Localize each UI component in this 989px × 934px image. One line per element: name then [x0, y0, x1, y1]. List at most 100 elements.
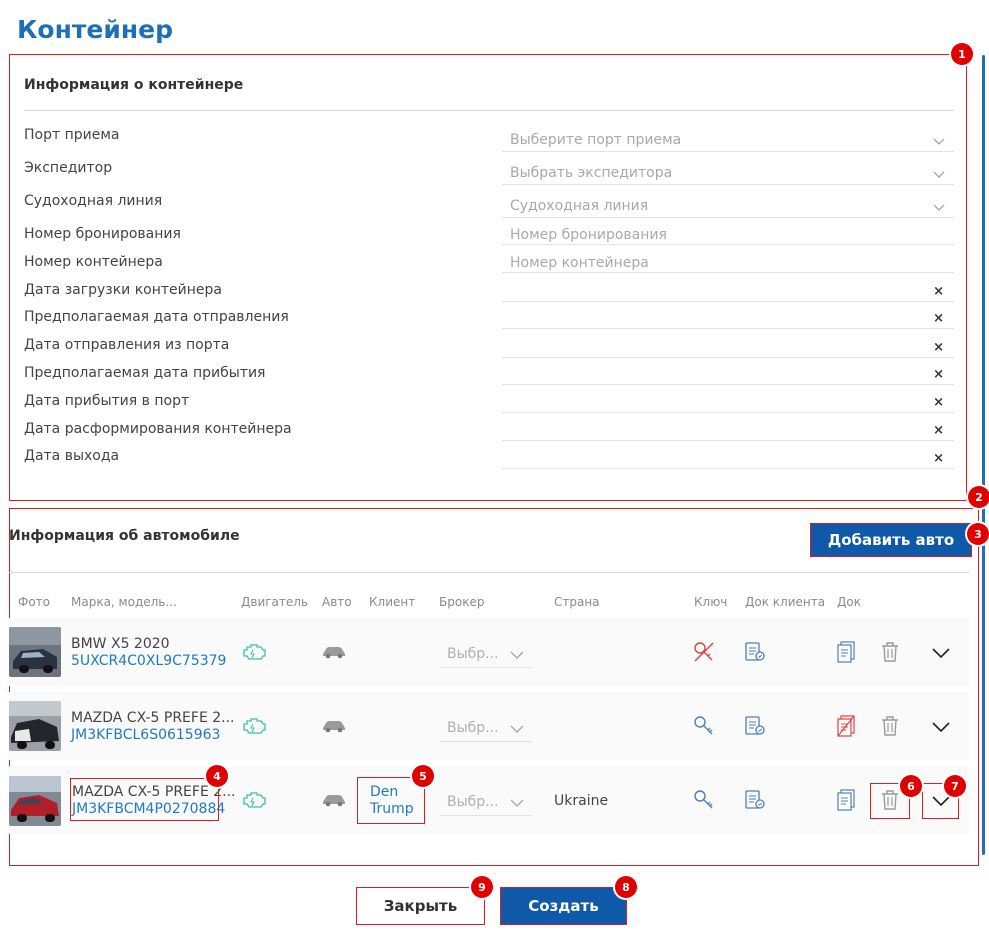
- car-photo: [9, 627, 61, 677]
- broker-select-value: Выбр...: [447, 720, 499, 736]
- client-doc-icon[interactable]: [744, 789, 766, 816]
- field-label: Предполагаемая дата прибытия: [24, 365, 266, 381]
- container-info-title: Информация о контейнере: [24, 77, 244, 93]
- field-label: Номер контейнера: [24, 254, 163, 270]
- text-field[interactable]: Номер бронирования: [502, 227, 954, 245]
- column-header-auto: Авто: [322, 595, 352, 609]
- field-label: Дата прибытия в порт: [24, 393, 190, 409]
- divider: [24, 110, 954, 111]
- client-doc-icon[interactable]: [744, 641, 766, 668]
- annotation-box-model: [70, 778, 219, 821]
- select-placeholder: Судоходная линия: [510, 198, 649, 214]
- clear-icon[interactable]: ×: [933, 423, 944, 438]
- broker-select[interactable]: Выбр...: [440, 794, 532, 816]
- annotation-badge-8: 8: [615, 876, 637, 898]
- field-label: Номер бронирования: [24, 226, 181, 242]
- trash-icon[interactable]: [880, 641, 900, 668]
- doc-icon[interactable]: [837, 641, 857, 668]
- divider: [9, 572, 969, 573]
- car-info-title: Информация об автомобиле: [9, 528, 240, 544]
- engine-icon[interactable]: [241, 716, 267, 741]
- column-header-key: Ключ: [694, 595, 728, 609]
- car-vin-link[interactable]: JM3KFBCL6S0615963: [71, 727, 220, 743]
- clear-icon[interactable]: ×: [933, 340, 944, 355]
- car-photo: [9, 701, 61, 751]
- annotation-badge-4: 4: [206, 765, 228, 787]
- clear-icon[interactable]: ×: [933, 284, 944, 299]
- car-model: BMW X5 2020: [71, 636, 170, 652]
- chevron-down-icon: [933, 171, 945, 178]
- column-header-client-doc: Док клиента: [745, 595, 826, 609]
- chevron-down-icon[interactable]: [931, 646, 951, 664]
- field-label: Дата расформирования контейнера: [24, 421, 292, 437]
- date-field[interactable]: ×: [502, 423, 954, 441]
- car-vin-link[interactable]: 5UXCR4C0XL9C75379: [71, 653, 226, 669]
- engine-icon[interactable]: [241, 642, 267, 667]
- select-placeholder: Выбрать экспедитора: [510, 165, 673, 181]
- clear-icon[interactable]: ×: [933, 367, 944, 382]
- car-icon: [321, 793, 347, 812]
- field-label: Экспедитор: [24, 160, 113, 176]
- column-header-broker: Брокер: [439, 595, 485, 609]
- text-field[interactable]: Номер контейнера: [502, 255, 954, 273]
- date-field[interactable]: ×: [502, 451, 954, 469]
- column-header-doc: Док: [837, 595, 861, 609]
- broker-select-value: Выбр...: [447, 794, 499, 810]
- car-icon: [321, 719, 347, 738]
- annotation-badge-9: 9: [471, 876, 493, 898]
- doc-icon[interactable]: [837, 789, 857, 816]
- chevron-down-icon[interactable]: [931, 720, 951, 738]
- trash-icon[interactable]: [880, 789, 900, 816]
- client-doc-icon[interactable]: [744, 715, 766, 742]
- trash-icon[interactable]: [880, 715, 900, 742]
- close-button[interactable]: Закрыть: [356, 887, 485, 925]
- annotation-badge-1: 1: [951, 43, 973, 65]
- column-header-client: Клиент: [369, 595, 416, 609]
- clear-icon[interactable]: ×: [933, 395, 944, 410]
- date-field[interactable]: ×: [502, 311, 954, 329]
- column-header-photo: Фото: [18, 595, 51, 609]
- doc-icon[interactable]: [837, 715, 857, 742]
- date-field[interactable]: ×: [502, 340, 954, 358]
- key-icon[interactable]: [693, 789, 715, 816]
- add-car-button[interactable]: Добавить авто: [810, 523, 972, 557]
- clear-icon[interactable]: ×: [933, 451, 944, 466]
- date-field[interactable]: ×: [502, 284, 954, 302]
- chevron-down-icon[interactable]: [931, 794, 951, 812]
- chevron-down-icon: [933, 204, 945, 211]
- column-header-engine: Двигатель: [241, 595, 309, 609]
- select-placeholder: Выберите порт приема: [510, 132, 682, 148]
- broker-select[interactable]: Выбр...: [440, 720, 532, 742]
- select-field[interactable]: Выбрать экспедитора: [502, 165, 954, 185]
- broker-select-value: Выбр...: [447, 646, 499, 662]
- select-field[interactable]: Выберите порт приема: [502, 132, 954, 152]
- broker-select[interactable]: Выбр...: [440, 646, 532, 668]
- annotation-badge-3: 3: [967, 523, 989, 545]
- engine-icon[interactable]: [241, 790, 267, 815]
- key-icon[interactable]: [693, 641, 715, 668]
- key-icon[interactable]: [693, 715, 715, 742]
- column-header-model: Марка, модель...: [71, 595, 177, 609]
- date-field[interactable]: ×: [502, 367, 954, 385]
- field-label: Дата загрузки контейнера: [24, 282, 222, 298]
- field-label: Дата отправления из порта: [24, 337, 230, 353]
- annotation-badge-7: 7: [944, 775, 966, 797]
- input-placeholder: Номер контейнера: [510, 255, 649, 271]
- clear-icon[interactable]: ×: [933, 311, 944, 326]
- country-value: Ukraine: [554, 793, 609, 809]
- car-icon: [321, 645, 347, 664]
- column-header-country: Страна: [554, 595, 600, 609]
- select-field[interactable]: Судоходная линия: [502, 198, 954, 218]
- annotation-badge-5: 5: [412, 765, 434, 787]
- car-model: MAZDA CX-5 PREFE 2...: [71, 710, 235, 726]
- field-label: Порт приема: [24, 127, 120, 143]
- chevron-down-icon: [933, 138, 945, 145]
- create-button[interactable]: Создать: [500, 887, 627, 925]
- date-field[interactable]: ×: [502, 395, 954, 413]
- field-label: Дата выхода: [24, 448, 120, 464]
- field-label: Судоходная линия: [24, 193, 163, 209]
- page-title: Контейнер: [17, 15, 173, 44]
- input-placeholder: Номер бронирования: [510, 227, 667, 243]
- scrollbar[interactable]: [982, 55, 985, 855]
- field-label: Предполагаемая дата отправления: [24, 309, 289, 325]
